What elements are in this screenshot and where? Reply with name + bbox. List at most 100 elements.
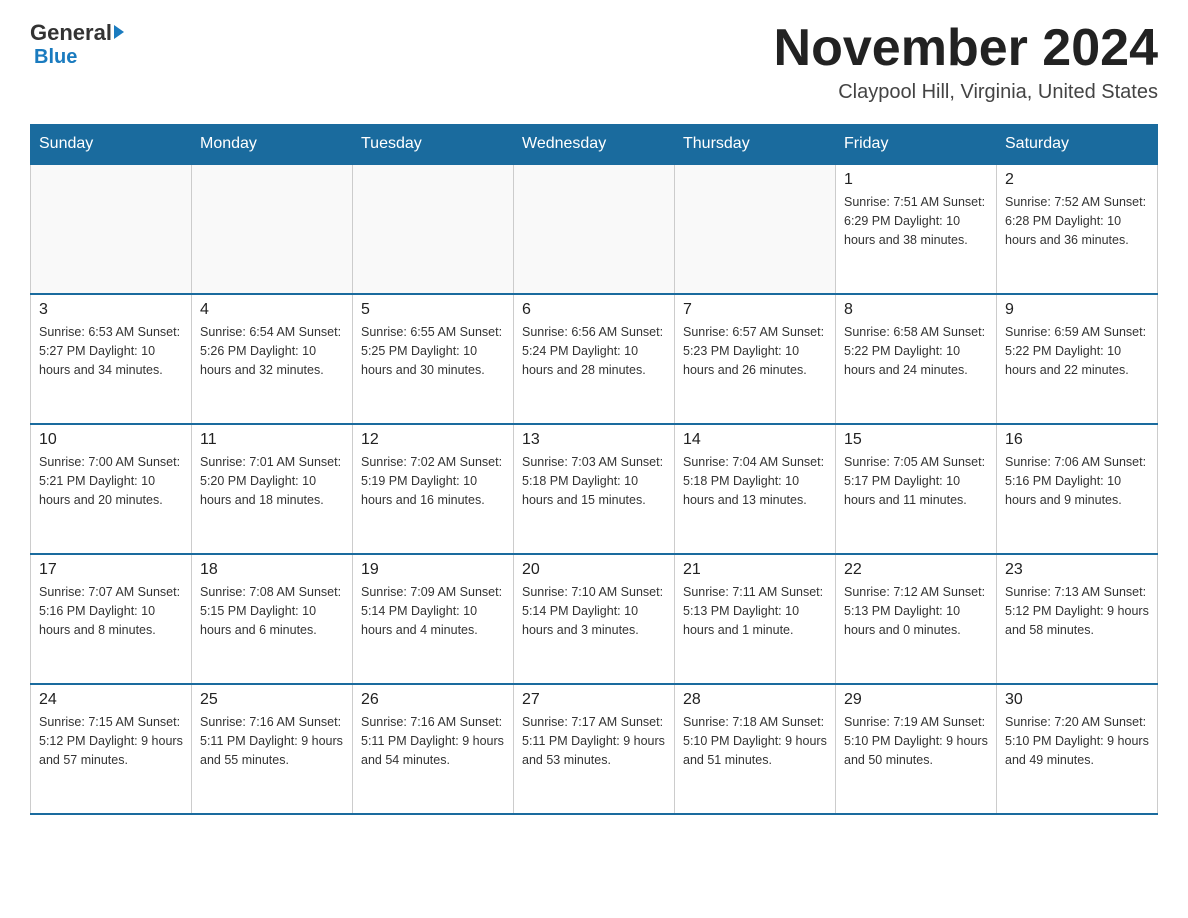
calendar-cell: 19 Sunrise: 7:09 AM Sunset: 5:14 PM Dayli…	[353, 554, 514, 684]
day-info: Sunrise: 7:10 AM Sunset: 5:14 PM Dayligh…	[522, 583, 666, 639]
day-number: 28	[683, 691, 827, 709]
day-number: 1	[844, 171, 988, 189]
calendar-cell: 10Sunrise: 7:00 AM Sunset: 5:21 PM Dayli…	[31, 424, 192, 554]
day-number: 27	[522, 691, 666, 709]
calendar-cell	[514, 164, 675, 294]
calendar-cell	[31, 164, 192, 294]
day-info: Sunrise: 6:55 AM Sunset: 5:25 PM Dayligh…	[361, 323, 505, 379]
calendar-week-row: 17 Sunrise: 7:07 AM Sunset: 5:16 PM Dayli…	[31, 554, 1158, 684]
day-info: Sunrise: 7:06 AM Sunset: 5:16 PM Dayligh…	[1005, 453, 1149, 509]
calendar-cell	[675, 164, 836, 294]
calendar-cell: 25 Sunrise: 7:16 AM Sunset: 5:11 PM Dayli…	[192, 684, 353, 814]
day-number: 17	[39, 561, 183, 579]
day-number: 23	[1005, 561, 1149, 579]
calendar-cell: 17 Sunrise: 7:07 AM Sunset: 5:16 PM Dayli…	[31, 554, 192, 684]
logo-arrow-icon	[114, 25, 124, 39]
calendar-cell: 20 Sunrise: 7:10 AM Sunset: 5:14 PM Dayli…	[514, 554, 675, 684]
day-info: Sunrise: 7:03 AM Sunset: 5:18 PM Dayligh…	[522, 453, 666, 509]
day-number: 18	[200, 561, 344, 579]
calendar-cell: 2Sunrise: 7:52 AM Sunset: 6:28 PM Daylig…	[997, 164, 1158, 294]
calendar-cell: 15Sunrise: 7:05 AM Sunset: 5:17 PM Dayli…	[836, 424, 997, 554]
calendar-cell: 6 Sunrise: 6:56 AM Sunset: 5:24 PM Daylig…	[514, 294, 675, 424]
calendar-cell: 27 Sunrise: 7:17 AM Sunset: 5:11 PM Dayli…	[514, 684, 675, 814]
day-number: 11	[200, 431, 344, 449]
day-number: 26	[361, 691, 505, 709]
day-info: Sunrise: 6:56 AM Sunset: 5:24 PM Dayligh…	[522, 323, 666, 379]
calendar-cell: 18 Sunrise: 7:08 AM Sunset: 5:15 PM Dayli…	[192, 554, 353, 684]
calendar-cell: 16 Sunrise: 7:06 AM Sunset: 5:16 PM Dayli…	[997, 424, 1158, 554]
calendar-cell: 29 Sunrise: 7:19 AM Sunset: 5:10 PM Dayli…	[836, 684, 997, 814]
calendar-cell: 11 Sunrise: 7:01 AM Sunset: 5:20 PM Dayli…	[192, 424, 353, 554]
day-info: Sunrise: 7:11 AM Sunset: 5:13 PM Dayligh…	[683, 583, 827, 639]
day-info: Sunrise: 7:17 AM Sunset: 5:11 PM Dayligh…	[522, 713, 666, 769]
calendar-cell: 1 Sunrise: 7:51 AM Sunset: 6:29 PM Daylig…	[836, 164, 997, 294]
day-info: Sunrise: 6:54 AM Sunset: 5:26 PM Dayligh…	[200, 323, 344, 379]
calendar-header-saturday: Saturday	[997, 125, 1158, 165]
day-info: Sunrise: 7:12 AM Sunset: 5:13 PM Dayligh…	[844, 583, 988, 639]
calendar-week-row: 10Sunrise: 7:00 AM Sunset: 5:21 PM Dayli…	[31, 424, 1158, 554]
day-number: 19	[361, 561, 505, 579]
day-number: 20	[522, 561, 666, 579]
day-number: 8	[844, 301, 988, 319]
calendar-cell: 21 Sunrise: 7:11 AM Sunset: 5:13 PM Dayli…	[675, 554, 836, 684]
day-number: 3	[39, 301, 183, 319]
day-info: Sunrise: 7:20 AM Sunset: 5:10 PM Dayligh…	[1005, 713, 1149, 769]
calendar-cell	[353, 164, 514, 294]
day-number: 13	[522, 431, 666, 449]
calendar-cell: 8 Sunrise: 6:58 AM Sunset: 5:22 PM Daylig…	[836, 294, 997, 424]
day-info: Sunrise: 6:58 AM Sunset: 5:22 PM Dayligh…	[844, 323, 988, 379]
logo: General Blue	[30, 20, 124, 69]
logo-blue: Blue	[34, 46, 77, 68]
day-number: 10	[39, 431, 183, 449]
calendar-header-monday: Monday	[192, 125, 353, 165]
calendar-cell: 26 Sunrise: 7:16 AM Sunset: 5:11 PM Dayli…	[353, 684, 514, 814]
day-number: 5	[361, 301, 505, 319]
title-area: November 2024 Claypool Hill, Virginia, U…	[774, 20, 1158, 104]
day-number: 9	[1005, 301, 1149, 319]
day-number: 16	[1005, 431, 1149, 449]
calendar-cell: 12 Sunrise: 7:02 AM Sunset: 5:19 PM Dayli…	[353, 424, 514, 554]
calendar-week-row: 3 Sunrise: 6:53 AM Sunset: 5:27 PM Daylig…	[31, 294, 1158, 424]
day-number: 12	[361, 431, 505, 449]
day-number: 4	[200, 301, 344, 319]
day-info: Sunrise: 7:19 AM Sunset: 5:10 PM Dayligh…	[844, 713, 988, 769]
day-info: Sunrise: 6:53 AM Sunset: 5:27 PM Dayligh…	[39, 323, 183, 379]
day-info: Sunrise: 7:07 AM Sunset: 5:16 PM Dayligh…	[39, 583, 183, 639]
day-info: Sunrise: 7:13 AM Sunset: 5:12 PM Dayligh…	[1005, 583, 1149, 639]
day-info: Sunrise: 7:52 AM Sunset: 6:28 PM Dayligh…	[1005, 193, 1149, 249]
calendar-header-sunday: Sunday	[31, 125, 192, 165]
calendar-cell: 13 Sunrise: 7:03 AM Sunset: 5:18 PM Dayli…	[514, 424, 675, 554]
day-info: Sunrise: 6:57 AM Sunset: 5:23 PM Dayligh…	[683, 323, 827, 379]
day-number: 24	[39, 691, 183, 709]
subtitle: Claypool Hill, Virginia, United States	[774, 81, 1158, 104]
day-number: 30	[1005, 691, 1149, 709]
day-number: 25	[200, 691, 344, 709]
day-info: Sunrise: 7:51 AM Sunset: 6:29 PM Dayligh…	[844, 193, 988, 249]
day-info: Sunrise: 7:04 AM Sunset: 5:18 PM Dayligh…	[683, 453, 827, 509]
calendar-header-row: SundayMondayTuesdayWednesdayThursdayFrid…	[31, 125, 1158, 165]
calendar-cell: 23 Sunrise: 7:13 AM Sunset: 5:12 PM Dayli…	[997, 554, 1158, 684]
calendar-header-friday: Friday	[836, 125, 997, 165]
calendar-cell: 28 Sunrise: 7:18 AM Sunset: 5:10 PM Dayli…	[675, 684, 836, 814]
day-number: 6	[522, 301, 666, 319]
calendar-header-thursday: Thursday	[675, 125, 836, 165]
day-number: 21	[683, 561, 827, 579]
day-info: Sunrise: 7:18 AM Sunset: 5:10 PM Dayligh…	[683, 713, 827, 769]
calendar-cell	[192, 164, 353, 294]
day-info: Sunrise: 7:02 AM Sunset: 5:19 PM Dayligh…	[361, 453, 505, 509]
calendar-cell: 24Sunrise: 7:15 AM Sunset: 5:12 PM Dayli…	[31, 684, 192, 814]
header: General Blue November 2024 Claypool Hill…	[30, 20, 1158, 104]
day-info: Sunrise: 7:01 AM Sunset: 5:20 PM Dayligh…	[200, 453, 344, 509]
day-info: Sunrise: 7:09 AM Sunset: 5:14 PM Dayligh…	[361, 583, 505, 639]
day-number: 7	[683, 301, 827, 319]
calendar-table: SundayMondayTuesdayWednesdayThursdayFrid…	[30, 124, 1158, 815]
day-number: 29	[844, 691, 988, 709]
day-info: Sunrise: 7:16 AM Sunset: 5:11 PM Dayligh…	[200, 713, 344, 769]
calendar-cell: 5 Sunrise: 6:55 AM Sunset: 5:25 PM Daylig…	[353, 294, 514, 424]
logo-general: General	[30, 20, 112, 46]
day-number: 15	[844, 431, 988, 449]
day-info: Sunrise: 7:08 AM Sunset: 5:15 PM Dayligh…	[200, 583, 344, 639]
calendar-header-wednesday: Wednesday	[514, 125, 675, 165]
calendar-cell: 22Sunrise: 7:12 AM Sunset: 5:13 PM Dayli…	[836, 554, 997, 684]
day-info: Sunrise: 7:16 AM Sunset: 5:11 PM Dayligh…	[361, 713, 505, 769]
